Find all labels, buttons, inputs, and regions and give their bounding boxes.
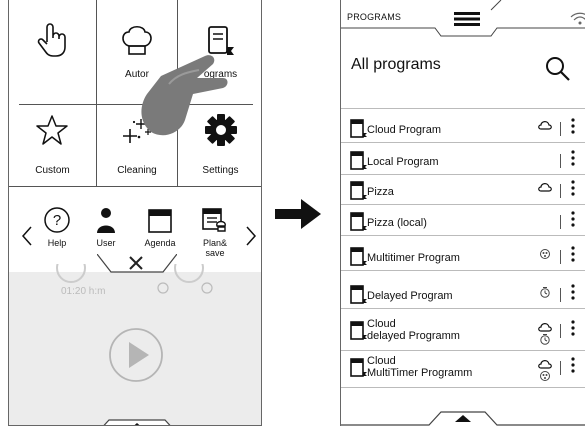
program-name: Delayed Program — [367, 290, 453, 302]
shortcut-agenda[interactable]: Agenda — [138, 206, 182, 248]
shortcut-help-label: Help — [47, 238, 67, 248]
row-divider — [560, 154, 561, 168]
program-name: Pizza (local) — [367, 217, 427, 229]
wifi-icon — [570, 12, 585, 25]
program-file-icon — [350, 212, 367, 231]
more-options-icon[interactable] — [569, 180, 577, 196]
shortcut-plan-save-label-line2: save — [205, 248, 225, 258]
play-button[interactable] — [107, 326, 165, 384]
tapping-hand-icon — [141, 55, 228, 136]
row-separator — [341, 387, 585, 388]
program-row[interactable]: Cloud MultiTimer Programm — [341, 353, 585, 385]
user-icon — [97, 208, 115, 233]
program-name-line2: delayed Programm — [367, 330, 460, 342]
row-separator — [341, 204, 585, 205]
cloud-icon — [538, 121, 552, 130]
menu-icon[interactable] — [454, 12, 480, 26]
tile-manual[interactable] — [9, 0, 96, 104]
help-icon: ? — [44, 207, 70, 233]
multitimer-icon — [540, 249, 550, 259]
grid-divider — [9, 186, 261, 187]
shortcut-plan-save-label: Plan& — [202, 238, 228, 248]
program-file-icon — [350, 321, 367, 340]
agenda-icon — [148, 209, 172, 233]
more-options-icon[interactable] — [569, 320, 577, 336]
shortcut-user[interactable]: User — [86, 206, 126, 248]
row-separator — [341, 235, 585, 236]
program-file-icon — [350, 151, 367, 170]
tile-custom-label: Custom — [35, 165, 70, 176]
expand-tab[interactable] — [97, 412, 177, 426]
delay-timer-icon — [540, 287, 550, 298]
more-options-icon[interactable] — [569, 150, 577, 166]
search-icon[interactable] — [545, 56, 571, 82]
program-name: Local Program — [367, 156, 439, 168]
bottom-control-area: 01:20 h:m — [9, 264, 261, 426]
chevron-right-icon[interactable] — [245, 225, 257, 247]
delay-timer-icon — [540, 334, 550, 345]
tile-settings-label: Settings — [202, 165, 239, 176]
row-separator — [341, 142, 585, 143]
program-name: Pizza — [367, 186, 394, 198]
program-row[interactable]: Cloud delayed Programm — [341, 316, 585, 348]
program-file-icon — [350, 285, 367, 304]
more-options-icon[interactable] — [569, 211, 577, 227]
row-divider — [560, 361, 561, 375]
shortcut-help[interactable]: ? Help — [37, 206, 77, 248]
chevron-left-icon[interactable] — [21, 225, 33, 247]
row-separator — [341, 174, 585, 175]
more-options-icon[interactable] — [569, 246, 577, 262]
program-file-icon — [350, 119, 367, 138]
program-file-icon — [350, 358, 367, 377]
row-divider — [560, 122, 561, 136]
svg-text:?: ? — [53, 212, 61, 229]
program-name: Cloud Program — [367, 124, 441, 136]
program-name-line2: MultiTimer Programm — [367, 367, 473, 379]
bottom-tab[interactable] — [341, 404, 585, 426]
program-name: Multitimer Program — [367, 252, 460, 264]
multitimer-icon — [540, 371, 550, 381]
plan-save-icon — [202, 208, 226, 232]
row-divider — [560, 215, 561, 229]
row-separator — [341, 308, 585, 309]
program-name: Cloud — [367, 355, 396, 367]
program-file-icon — [350, 181, 367, 200]
programs-screen: PROGRAMS All programs Cloud Program Local… — [340, 0, 585, 426]
shortcut-user-label: User — [96, 238, 116, 248]
cloud-icon — [538, 183, 552, 192]
row-separator — [341, 350, 585, 351]
row-divider — [560, 288, 561, 302]
more-options-icon[interactable] — [569, 118, 577, 134]
shortcut-plan-save[interactable]: Plan& save — [193, 204, 237, 258]
row-divider — [560, 250, 561, 264]
more-options-icon[interactable] — [569, 357, 577, 373]
shortcut-agenda-label: Agenda — [144, 238, 176, 248]
program-file-icon — [350, 247, 367, 266]
arrow-right-icon — [275, 199, 321, 229]
row-separator — [341, 270, 585, 271]
list-top-divider — [341, 108, 585, 109]
more-options-icon[interactable] — [569, 284, 577, 300]
page-title: All programs — [351, 56, 441, 73]
star-icon — [36, 115, 68, 145]
tile-cleaning-label: Cleaning — [117, 165, 157, 176]
program-name: Cloud — [367, 318, 396, 330]
cloud-icon — [538, 323, 552, 332]
close-tab[interactable] — [97, 254, 177, 288]
tile-custom[interactable]: Custom — [9, 105, 96, 186]
main-menu-screen: Autor ograms Custom Cleaning Settings ? … — [8, 0, 262, 426]
cloud-icon — [538, 360, 552, 369]
row-divider — [560, 184, 561, 198]
row-divider — [560, 324, 561, 338]
hand-pointer-icon — [37, 23, 66, 57]
